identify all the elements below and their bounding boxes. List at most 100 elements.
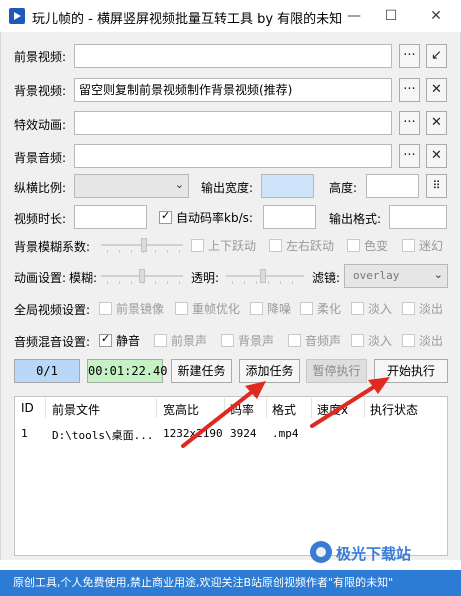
psychedelic-checkbox[interactable]: 迷幻	[402, 237, 443, 254]
output-height-input[interactable]	[366, 174, 419, 198]
pause-task-button[interactable]: 暂停执行	[306, 359, 367, 383]
background-video-label: 背景视频:	[14, 84, 67, 98]
audio-sound-checkbox[interactable]: 音频声	[288, 332, 341, 349]
frame-optimize-checkbox[interactable]: 重帧优化	[175, 300, 240, 317]
column-divider	[45, 398, 46, 418]
slider-tick	[155, 250, 156, 253]
denoise-checkbox[interactable]: 降噪	[250, 300, 291, 317]
slider-tick	[244, 281, 245, 284]
column-header-bitrate[interactable]: 码率	[230, 401, 254, 418]
slider-thumb[interactable]	[260, 269, 266, 283]
mute-checkbox[interactable]: 静音	[99, 332, 140, 349]
foreground-browse-button[interactable]: ···	[399, 44, 420, 68]
checkbox-box	[221, 334, 234, 347]
filter-select[interactable]: overlay ⌄	[344, 264, 448, 288]
effect-animation-input[interactable]	[74, 111, 392, 135]
mirror-foreground-label: 前景镜像	[116, 302, 165, 316]
background-blur-label: 背景模糊系数:	[14, 240, 91, 254]
column-divider	[311, 398, 312, 418]
output-format-input[interactable]	[389, 205, 447, 229]
anim-alpha-slider[interactable]	[226, 268, 304, 284]
color-shift-checkbox[interactable]: 色变	[347, 237, 388, 254]
column-header-ratio[interactable]: 宽高比	[163, 401, 199, 418]
effect-browse-button[interactable]: ···	[399, 111, 420, 135]
auto-bitrate-label: 自动码率kb/s:	[176, 211, 253, 225]
video-fade-out-checkbox[interactable]: 淡出	[402, 300, 443, 317]
audio-fade-out-label: 淡出	[419, 334, 444, 348]
slider-tick	[107, 250, 108, 253]
output-height-label: 高度:	[329, 181, 358, 195]
main-panel: 前景视频: ··· ↙ 背景视频: 留空则复制前景视频制作背景视频(推荐) ··…	[0, 32, 461, 560]
background-clear-icon[interactable]: ✕	[426, 78, 447, 102]
audio-fade-out-checkbox[interactable]: 淡出	[402, 332, 443, 349]
slider-tick	[256, 281, 257, 284]
new-task-button[interactable]: 新建任务	[171, 359, 232, 383]
mirror-foreground-checkbox[interactable]: 前景镜像	[99, 300, 164, 317]
output-width-label: 输出宽度:	[201, 181, 254, 195]
task-table[interactable]: ID 前景文件 宽高比 码率 格式 速度x 执行状态 1 D:\tools\桌面…	[14, 396, 448, 556]
add-task-button[interactable]: 添加任务	[239, 359, 300, 383]
checkbox-box	[191, 239, 204, 252]
psychedelic-label: 迷幻	[419, 239, 444, 253]
anim-filter-label: 滤镜:	[312, 271, 341, 285]
foreground-import-arrow-icon[interactable]: ↙	[426, 44, 447, 68]
column-divider	[224, 398, 225, 418]
column-header-speed[interactable]: 速度x	[317, 401, 348, 418]
anim-blur-label: 模糊:	[69, 271, 98, 285]
background-sound-checkbox[interactable]: 背景声	[221, 332, 274, 349]
audio-fade-in-checkbox[interactable]: 淡入	[351, 332, 392, 349]
column-header-file[interactable]: 前景文件	[52, 401, 100, 418]
watermark-logo-icon	[310, 541, 332, 563]
background-video-input[interactable]: 留空则复制前景视频制作背景视频(推荐)	[74, 78, 392, 102]
checkbox-box	[402, 239, 415, 252]
slider-tick	[179, 281, 180, 284]
slider-tick	[155, 281, 156, 284]
column-header-format[interactable]: 格式	[272, 401, 296, 418]
slider-thumb[interactable]	[139, 269, 145, 283]
slider-tick	[119, 281, 120, 284]
foreground-video-label: 前景视频:	[14, 50, 67, 64]
bounce-vertical-checkbox[interactable]: 上下跃动	[191, 237, 256, 254]
slider-tick	[131, 281, 132, 284]
anim-blur-slider[interactable]	[101, 268, 183, 284]
auto-bitrate-checkbox[interactable]: 自动码率kb/s:	[159, 209, 253, 226]
blur-coefficient-slider[interactable]	[101, 237, 183, 253]
frame-optimize-label: 重帧优化	[192, 302, 241, 316]
maximize-button[interactable]: ☐	[376, 5, 406, 27]
foreground-sound-checkbox[interactable]: 前景声	[154, 332, 207, 349]
background-browse-button[interactable]: ···	[399, 78, 420, 102]
cell-ratio: 1232x2190	[163, 427, 223, 440]
aspect-ratio-select[interactable]: ⌄	[74, 174, 189, 198]
column-header-id[interactable]: ID	[21, 401, 34, 415]
audio-fade-in-label: 淡入	[368, 334, 393, 348]
start-execution-button[interactable]: 开始执行	[374, 359, 448, 383]
close-window-button[interactable]: ✕	[421, 5, 451, 27]
slider-thumb[interactable]	[141, 238, 147, 252]
slider-tick	[292, 281, 293, 284]
video-duration-input[interactable]	[74, 205, 147, 229]
slider-tick	[167, 281, 168, 284]
bounce-horizontal-label: 左右跃动	[286, 239, 335, 253]
checkbox-box	[402, 302, 415, 315]
output-width-input[interactable]	[261, 174, 314, 198]
column-header-status[interactable]: 执行状态	[370, 401, 418, 418]
slider-tick	[119, 250, 120, 253]
audio-clear-icon[interactable]: ✕	[426, 144, 447, 168]
bitrate-input[interactable]	[263, 205, 316, 229]
foreground-video-input[interactable]	[74, 44, 392, 68]
effect-clear-icon[interactable]: ✕	[426, 111, 447, 135]
audio-browse-button[interactable]: ···	[399, 144, 420, 168]
swap-dimensions-icon[interactable]: ⠿	[426, 174, 447, 198]
checkbox-box	[99, 332, 112, 347]
soften-checkbox[interactable]: 柔化	[300, 300, 341, 317]
denoise-label: 降噪	[267, 302, 292, 316]
bounce-horizontal-checkbox[interactable]: 左右跃动	[269, 237, 334, 254]
video-fade-in-checkbox[interactable]: 淡入	[351, 300, 392, 317]
task-progress-display: 0/1	[14, 359, 80, 383]
slider-tick	[280, 281, 281, 284]
watermark-text: 极光下载站	[336, 545, 412, 563]
background-audio-input[interactable]	[74, 144, 392, 168]
minimize-button[interactable]: —	[339, 5, 369, 27]
checkbox-box	[154, 334, 167, 347]
filter-select-value: overlay	[353, 269, 400, 282]
